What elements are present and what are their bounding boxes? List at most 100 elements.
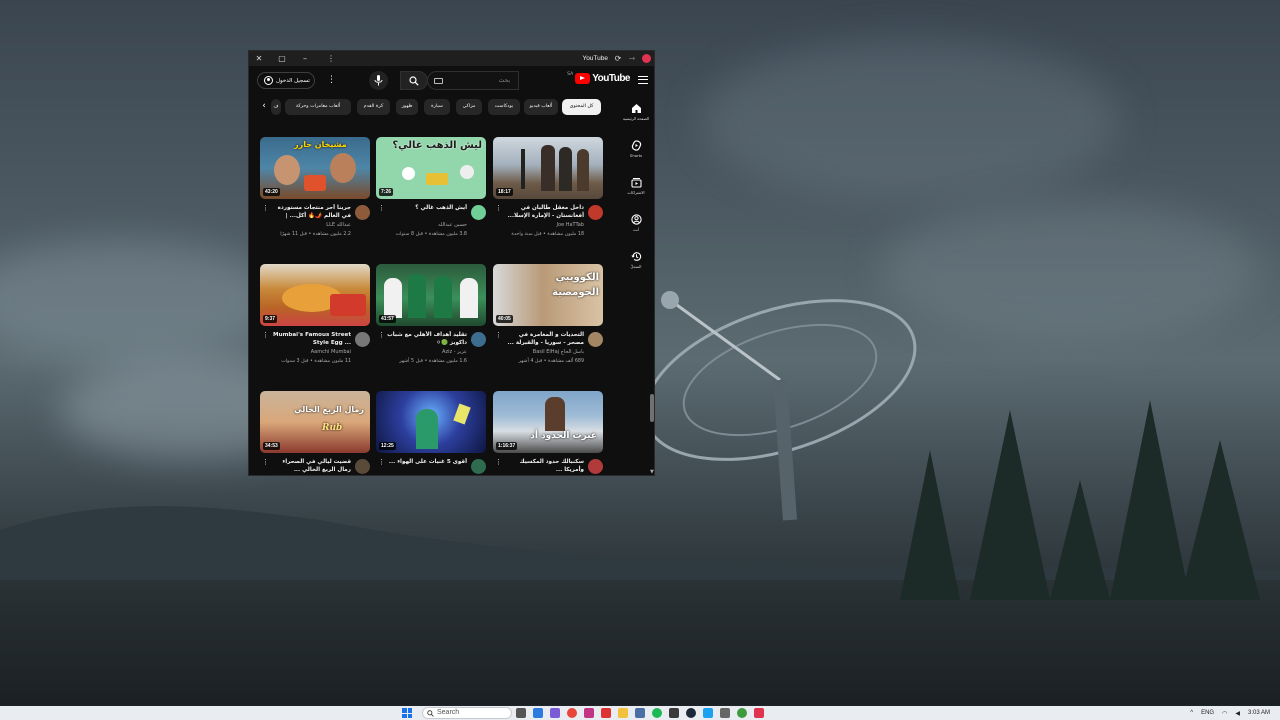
- channel-avatar[interactable]: [355, 205, 370, 220]
- settings-menu-icon[interactable]: ⋮: [327, 75, 336, 85]
- chip-podcasts[interactable]: بودكاست: [488, 99, 520, 115]
- close-window-button[interactable]: ✕: [253, 53, 265, 64]
- video-title[interactable]: جربنا أحر منتجات مستوردة في العالم 🌶️🔥 أ…: [269, 204, 351, 220]
- channel-name[interactable]: حسين عبدالله: [385, 222, 467, 228]
- video-thumbnail[interactable]: مشيخان حارر 43:20: [260, 137, 370, 199]
- video-card[interactable]: ليش الذهب غالي؟ 7:26 أيش الذهب غالي ؟ حس…: [376, 137, 486, 254]
- channel-avatar[interactable]: [588, 459, 603, 474]
- video-thumbnail[interactable]: عبرت الحدود أد 1:16:37: [493, 391, 603, 453]
- chip-all[interactable]: كل المحتوى: [562, 99, 601, 115]
- chevron-up-icon[interactable]: ^: [1190, 710, 1193, 716]
- chip-action-adventure-games[interactable]: ألعاب مغامرات وحركة: [285, 99, 351, 115]
- chip-partial[interactable]: ف: [271, 99, 281, 115]
- video-card[interactable]: الكوويبي الحومصية 40:05 التحديات و المغا…: [493, 264, 603, 381]
- file-explorer-icon[interactable]: [618, 708, 628, 718]
- scroll-down-arrow-icon[interactable]: ▼: [650, 469, 654, 475]
- voice-search-button[interactable]: [369, 71, 388, 90]
- more-actions-icon[interactable]: ⋮: [378, 204, 385, 212]
- more-actions-icon[interactable]: ⋮: [495, 458, 502, 466]
- channel-name[interactable]: Joe HaTTab: [502, 222, 584, 228]
- channel-avatar[interactable]: [588, 332, 603, 347]
- chip-football[interactable]: كرة القدم: [357, 99, 390, 115]
- video-title[interactable]: أقوى 5 غنيات على الهواء ...: [385, 458, 467, 466]
- channel-avatar[interactable]: [355, 459, 370, 474]
- app-icon[interactable]: [601, 708, 611, 718]
- more-actions-icon[interactable]: ⋮: [262, 458, 269, 466]
- taskbar-search-input[interactable]: Search: [422, 707, 512, 719]
- minimize-window-button[interactable]: –: [299, 53, 311, 64]
- more-actions-icon[interactable]: ⋮: [495, 331, 502, 339]
- forward-arrow-icon[interactable]: →: [626, 53, 638, 64]
- video-card[interactable]: 9:37 Mumbai's Famous Street Style Egg ..…: [260, 264, 370, 381]
- window-menu-button[interactable]: ⋮: [325, 53, 337, 64]
- channel-name[interactable]: LLE عبدالله: [269, 222, 351, 228]
- chevron-left-icon[interactable]: ‹: [257, 99, 271, 115]
- video-card[interactable]: رمال الربع الخالي Rub 34:53 قضيت ليالي ف…: [260, 391, 370, 475]
- app-icon[interactable]: [533, 708, 543, 718]
- video-title[interactable]: التحديات و المغامرة في مصحر - سوريا - وا…: [502, 331, 584, 347]
- video-thumbnail[interactable]: 18:17: [493, 137, 603, 199]
- more-actions-icon[interactable]: ⋮: [495, 204, 502, 212]
- video-thumbnail[interactable]: 12:25: [376, 391, 486, 453]
- channel-name[interactable]: Aamchi Mumbai: [269, 349, 351, 355]
- more-actions-icon[interactable]: ⋮: [378, 331, 385, 339]
- chrome-icon[interactable]: [567, 708, 577, 718]
- keyboard-icon[interactable]: [434, 78, 443, 84]
- search-input[interactable]: بحث: [427, 71, 519, 90]
- app-icon[interactable]: [669, 708, 679, 718]
- youtube-logo[interactable]: SA YouTube: [567, 72, 630, 84]
- channel-avatar[interactable]: [588, 205, 603, 220]
- video-card[interactable]: 12:25 أقوى 5 غنيات على الهواء ... ⋮: [376, 391, 486, 475]
- sidebar-item-shorts[interactable]: Shorts: [618, 134, 654, 171]
- sidebar-item-home[interactable]: الصفحة الرئيسية: [618, 97, 654, 134]
- sidebar-item-subscriptions[interactable]: الاشتراكات: [618, 171, 654, 208]
- channel-name[interactable]: Aziz - عزيز: [385, 349, 467, 355]
- reload-icon[interactable]: ⟳: [612, 53, 624, 64]
- chip-zuhur[interactable]: ظهور: [396, 99, 418, 115]
- app-icon[interactable]: [635, 708, 645, 718]
- app-badge-icon[interactable]: [642, 54, 651, 63]
- channel-avatar[interactable]: [471, 205, 486, 220]
- chip-cars[interactable]: سيارة: [424, 99, 450, 115]
- video-title[interactable]: سكنبالك حدود المكسيك وأمريكا ...: [502, 458, 584, 474]
- clock[interactable]: 3:03 AM: [1248, 710, 1270, 716]
- video-card[interactable]: عبرت الحدود أد 1:16:37 سكنبالك حدود المك…: [493, 391, 603, 475]
- video-card[interactable]: 41:57 تقليد أهداف الأهلي مع شباب داكوبز …: [376, 264, 486, 381]
- windows-start-icon[interactable]: [402, 708, 412, 718]
- wifi-icon[interactable]: ◠: [1222, 710, 1227, 717]
- task-view-icon[interactable]: [516, 708, 526, 718]
- more-actions-icon[interactable]: ⋮: [378, 458, 385, 466]
- video-thumbnail[interactable]: ليش الذهب غالي؟ 7:26: [376, 137, 486, 199]
- app-icon[interactable]: [550, 708, 560, 718]
- video-thumbnail[interactable]: 9:37: [260, 264, 370, 326]
- volume-icon[interactable]: ◀: [1235, 710, 1240, 717]
- video-card[interactable]: مشيخان حارر 43:20 جربنا أحر منتجات مستور…: [260, 137, 370, 254]
- more-actions-icon[interactable]: ⋮: [262, 204, 269, 212]
- steam-icon[interactable]: [686, 708, 696, 718]
- app-icon[interactable]: [584, 708, 594, 718]
- channel-avatar[interactable]: [471, 332, 486, 347]
- channel-avatar[interactable]: [471, 459, 486, 474]
- sign-in-button[interactable]: تسجيل الدخول: [257, 72, 315, 89]
- video-title[interactable]: قضيت ليالي في الصحراء رمال الربع الخالي …: [269, 458, 351, 474]
- search-button[interactable]: [400, 71, 428, 90]
- app-icon[interactable]: [720, 708, 730, 718]
- scrollbar-thumb[interactable]: [650, 394, 654, 422]
- spotify-icon[interactable]: [652, 708, 662, 718]
- sidebar-item-history[interactable]: السجلّ: [618, 245, 654, 282]
- video-title[interactable]: أيش الذهب غالي ؟: [385, 204, 467, 212]
- chip-video-games[interactable]: ألعاب فيديو: [524, 99, 558, 115]
- guide-menu-icon[interactable]: [638, 76, 648, 84]
- channel-name[interactable]: Basil ElHaj باسل الحاج: [502, 349, 584, 355]
- more-actions-icon[interactable]: ⋮: [262, 331, 269, 339]
- app-icon[interactable]: [754, 708, 764, 718]
- video-card[interactable]: 18:17 داخل معقل طالبان في أفغانستان - ال…: [493, 137, 603, 254]
- chip-mazaki[interactable]: مزاكي: [456, 99, 482, 115]
- video-thumbnail[interactable]: الكوويبي الحومصية 40:05: [493, 264, 603, 326]
- video-thumbnail[interactable]: رمال الربع الخالي Rub 34:53: [260, 391, 370, 453]
- video-title[interactable]: Mumbai's Famous Street Style Egg ...: [269, 331, 351, 347]
- sidebar-item-you[interactable]: أنت: [618, 208, 654, 245]
- video-title[interactable]: تقليد أهداف الأهلي مع شباب داكوبز 🟢⚪: [385, 331, 467, 347]
- channel-avatar[interactable]: [355, 332, 370, 347]
- twitter-icon[interactable]: [703, 708, 713, 718]
